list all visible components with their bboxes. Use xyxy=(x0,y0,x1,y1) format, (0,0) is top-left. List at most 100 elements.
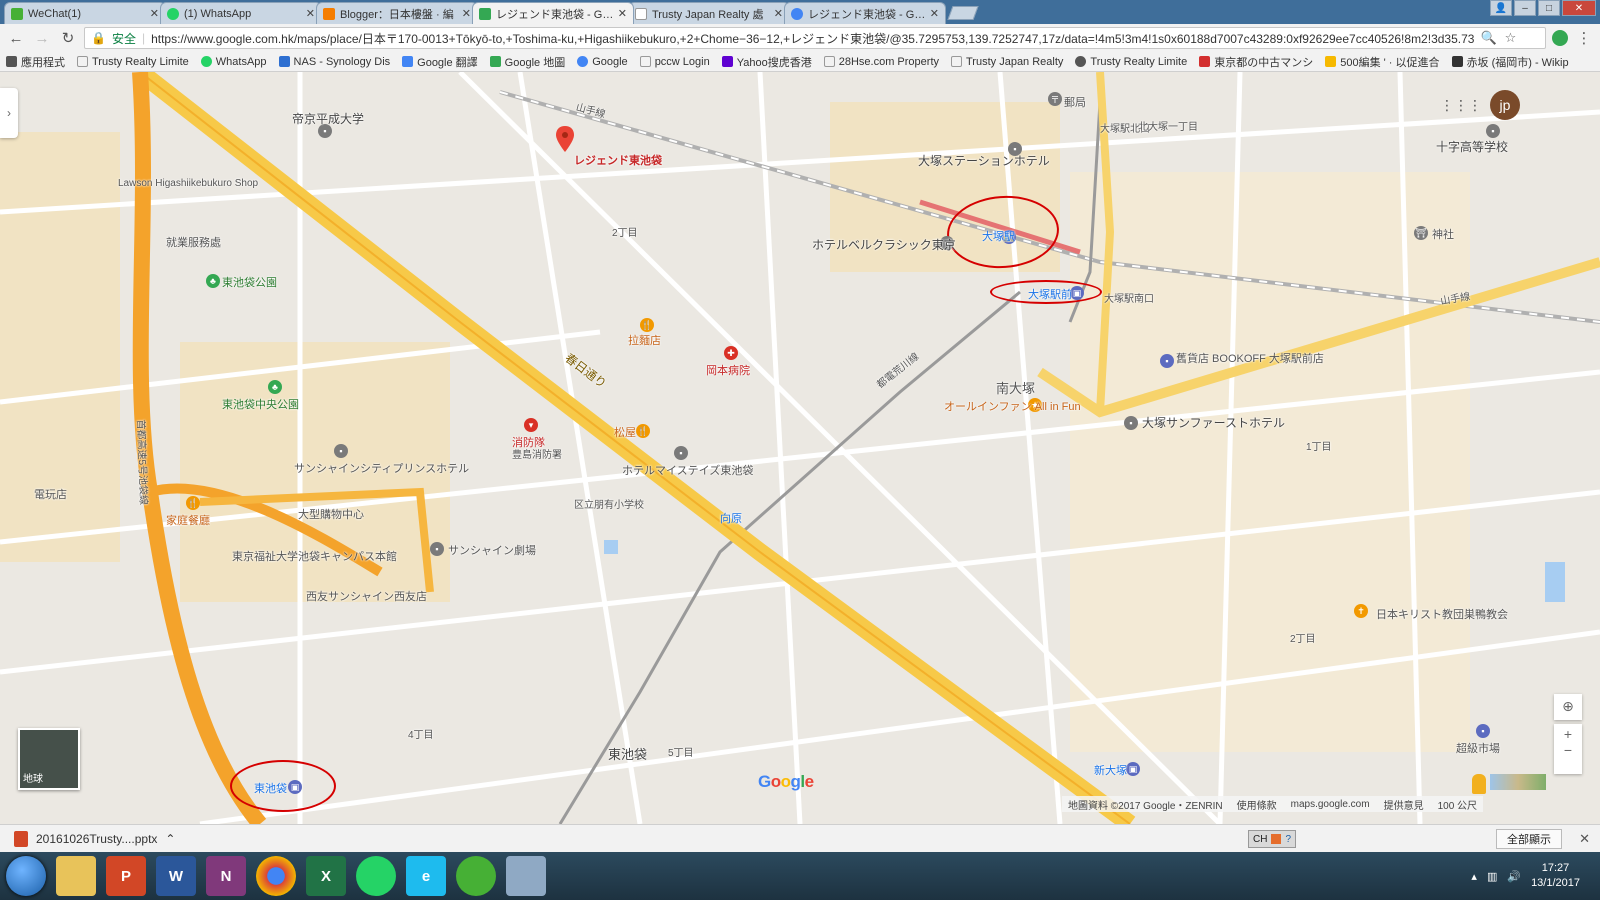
poi-label[interactable]: 就業服務處 xyxy=(166,234,221,250)
reload-icon[interactable]: ↻ xyxy=(58,29,78,47)
bookmark-item[interactable]: WhatsApp xyxy=(200,56,267,68)
poi-label[interactable]: サンシャイン劇場 xyxy=(448,542,536,558)
poi-label[interactable]: 拉麵店 xyxy=(628,332,661,348)
school-icon[interactable]: ▪ xyxy=(1486,124,1500,138)
network-icon[interactable]: ▥ xyxy=(1487,870,1497,883)
close-icon[interactable]: ✕ xyxy=(150,7,159,20)
start-button[interactable] xyxy=(6,856,46,896)
poi-label[interactable]: 大型購物中心 xyxy=(298,506,364,522)
paint-icon[interactable] xyxy=(506,856,546,896)
otsuka-station-label[interactable]: 大塚駅 xyxy=(982,228,1015,244)
address-bar[interactable]: 🔒 安全 | https://www.google.com.hk/maps/pl… xyxy=(84,27,1546,49)
bookmark-item[interactable]: Trusty Japan Realty xyxy=(951,56,1063,68)
clock[interactable]: 17:27 13/1/2017 xyxy=(1531,861,1580,891)
show-all-downloads-button[interactable]: 全部顯示 xyxy=(1496,829,1562,849)
bookmark-item[interactable]: Trusty Realty Limite xyxy=(1075,56,1187,68)
poi-label[interactable]: 西友サンシャイン西友店 xyxy=(306,588,427,604)
park-label[interactable]: 東池袋公園 xyxy=(222,274,277,290)
close-icon[interactable]: ✕ xyxy=(306,7,315,20)
close-icon[interactable]: ✕ xyxy=(462,7,471,20)
my-location-button[interactable]: ⊕ xyxy=(1554,694,1582,720)
powerpoint-icon[interactable]: P xyxy=(106,856,146,896)
poi-label[interactable]: 東京福祉大学池袋キャンパス本館 xyxy=(232,548,397,564)
minimize-icon[interactable]: – xyxy=(1514,0,1536,16)
park-icon[interactable]: ♣ xyxy=(206,274,220,288)
menu-icon[interactable]: ⋮ xyxy=(1574,29,1594,47)
poi-label[interactable]: サンシャインシティプリンスホテル xyxy=(294,460,469,476)
poi-label[interactable]: オールインファン All in Fun xyxy=(944,398,1081,414)
poi-label[interactable]: 十字高等学校 xyxy=(1436,138,1508,155)
tab-google-search[interactable]: レジェンド東池袋 - Goo ✕ xyxy=(784,2,946,24)
bookmark-star-icon[interactable]: ☆ xyxy=(1505,30,1517,46)
extension-icon[interactable] xyxy=(1552,30,1568,46)
poi-label[interactable]: 区立朋有小学校 xyxy=(574,496,644,511)
poi-label[interactable]: 松屋 xyxy=(614,424,636,440)
close-icon[interactable]: ✕ xyxy=(930,7,939,20)
download-item[interactable]: 20161026Trusty....pptx ⌃ xyxy=(14,830,175,847)
bookmark-apps[interactable]: 應用程式 xyxy=(6,54,65,70)
poi-label[interactable]: 帝京平成大学 xyxy=(292,110,364,127)
bookmark-item[interactable]: 赤坂 (福岡市) - Wikip xyxy=(1451,54,1569,70)
tab-whatsapp[interactable]: (1) WhatsApp ✕ xyxy=(160,2,322,24)
avatar[interactable]: jp xyxy=(1490,90,1520,120)
maximize-icon[interactable]: □ xyxy=(1538,0,1560,16)
url-text[interactable]: https://www.google.com.hk/maps/place/日本〒… xyxy=(151,30,1474,47)
whatsapp-icon[interactable] xyxy=(356,856,396,896)
imagery-thumbnails[interactable] xyxy=(1490,774,1546,790)
close-icon[interactable]: ✕ xyxy=(1579,831,1590,847)
poi-label[interactable]: 岡本病院 xyxy=(706,362,750,378)
tab-trusty-japan[interactable]: Trusty Japan Realty 處 ✕ xyxy=(628,2,790,24)
window-close-icon[interactable]: ✕ xyxy=(1562,0,1596,16)
ime-toolbar[interactable]: CH ? xyxy=(1248,830,1297,848)
mukouhara-label[interactable]: 向原 xyxy=(720,510,742,526)
poi-label[interactable]: 日本キリスト教団巣鴨教会 xyxy=(1376,606,1508,622)
church-icon[interactable]: ✝ xyxy=(1354,604,1368,618)
restaurant-icon[interactable]: 🍴 xyxy=(186,496,200,510)
post-office-icon[interactable]: 〒 xyxy=(1048,92,1062,106)
poi-label[interactable]: 電玩店 xyxy=(34,486,67,502)
hotel-icon[interactable]: ▪ xyxy=(1124,416,1138,430)
theater-icon[interactable]: ▪ xyxy=(430,542,444,556)
bookmark-item[interactable]: Google 翻譯 xyxy=(402,54,478,70)
hotel-icon[interactable]: ▪ xyxy=(674,446,688,460)
shrine-icon[interactable]: ⛩ xyxy=(1414,226,1428,240)
side-panel-toggle[interactable]: › xyxy=(0,88,18,138)
bookmark-item[interactable]: 東京都の中古マンシ xyxy=(1199,54,1313,70)
chevron-up-icon[interactable]: ▴ xyxy=(1471,870,1477,883)
feedback-link[interactable]: 提供意見 xyxy=(1384,797,1424,812)
poi-label[interactable]: 郵局 xyxy=(1064,94,1086,110)
subway-station-icon[interactable]: ▣ xyxy=(1126,762,1140,776)
satellite-toggle[interactable]: 地球 xyxy=(18,728,80,790)
tab-google-maps[interactable]: レジェンド東池袋 - Goo ✕ xyxy=(472,2,634,24)
place-name-label[interactable]: レジェンド東池袋 xyxy=(574,152,662,168)
bookmark-item[interactable]: 500編集 ' · 以促進合 xyxy=(1325,54,1440,70)
close-icon[interactable]: ✕ xyxy=(618,7,627,20)
bookmark-item[interactable]: Trusty Realty Limite xyxy=(77,56,189,68)
apps-grid-icon[interactable]: ⋮⋮⋮ xyxy=(1440,97,1482,114)
bookmark-item[interactable]: Yahoo搜虎香港 xyxy=(721,54,812,70)
user-icon[interactable]: 👤 xyxy=(1490,0,1512,16)
scale-label[interactable]: 100 公尺 xyxy=(1438,797,1477,812)
poi-label[interactable]: 家庭餐廳 xyxy=(166,512,210,528)
close-icon[interactable]: ✕ xyxy=(774,7,783,20)
pegman-icon[interactable] xyxy=(1472,774,1486,794)
bookmark-item[interactable]: Google 地圖 xyxy=(489,54,565,70)
word-icon[interactable]: W xyxy=(156,856,196,896)
store-icon[interactable]: ▪ xyxy=(1160,354,1174,368)
hotel-icon[interactable]: ▪ xyxy=(334,444,348,458)
map-canvas[interactable]: › レジェンド東池袋 🚉 大塚駅 ▣ 大塚駅前 ▣ 東池袋 ▣ 新大塚 向原 春… xyxy=(0,72,1600,824)
site-link[interactable]: maps.google.com xyxy=(1291,799,1370,810)
forward-icon[interactable]: → xyxy=(32,30,52,47)
bookmark-item[interactable]: 28Hse.com Property xyxy=(823,56,939,68)
tram-stop-icon[interactable]: ▣ xyxy=(288,780,302,794)
zoom-icon[interactable]: 🔍 xyxy=(1480,30,1496,46)
chevron-up-icon[interactable]: ⌃ xyxy=(165,832,175,846)
restaurant-icon[interactable]: 🍴 xyxy=(640,318,654,332)
bookmark-item[interactable]: NAS - Synology Dis xyxy=(278,56,390,68)
file-explorer-icon[interactable] xyxy=(56,856,96,896)
excel-icon[interactable]: X xyxy=(306,856,346,896)
poi-label[interactable]: 舊貨店 BOOKOFF 大塚駅前店 xyxy=(1176,350,1324,366)
tram-stop-icon[interactable]: ▣ xyxy=(1070,286,1084,300)
poi-label[interactable]: 神社 xyxy=(1432,226,1454,242)
location-marker-icon[interactable] xyxy=(556,126,574,152)
